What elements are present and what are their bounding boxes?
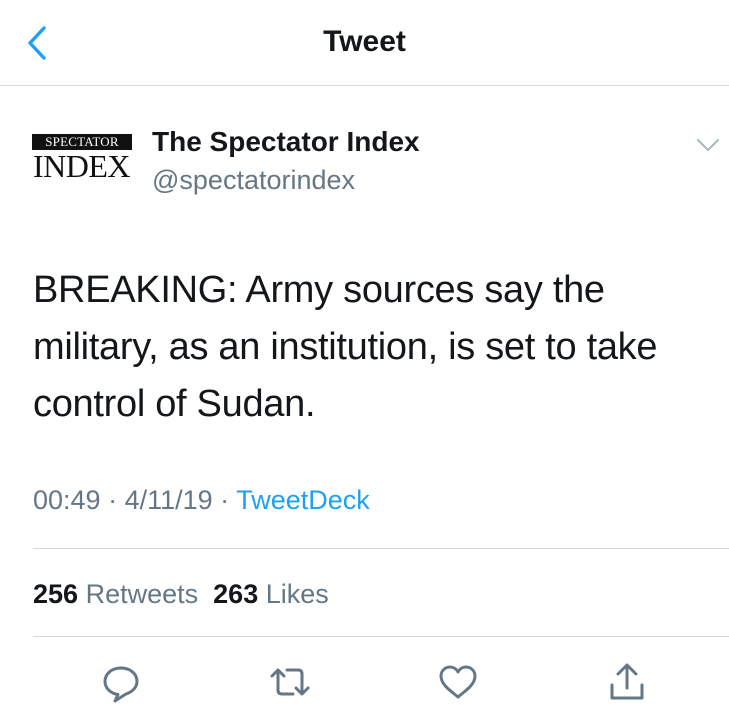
likes-count: 263	[213, 579, 259, 609]
retweets-count: 256	[33, 579, 79, 609]
avatar[interactable]: SPECTATOR INDEX	[32, 134, 136, 192]
author-display-name[interactable]: The Spectator Index	[152, 124, 420, 160]
like-button[interactable]	[436, 660, 480, 704]
chevron-down-icon	[697, 139, 719, 151]
retweets-stat[interactable]: 256 Retweets	[33, 579, 198, 609]
share-icon	[610, 663, 644, 700]
reply-button[interactable]	[99, 660, 143, 704]
likes-label: Likes	[265, 579, 329, 609]
tweet-author[interactable]: SPECTATOR INDEX The Spectator Index @spe…	[32, 118, 712, 208]
top-nav-bar: Tweet	[0, 0, 729, 86]
meta-separator: ·	[212, 485, 237, 515]
tweet-source-link[interactable]: TweetDeck	[236, 485, 370, 515]
tweet-text: BREAKING: Army sources say the military,…	[33, 269, 658, 425]
share-button[interactable]	[605, 660, 649, 704]
like-icon	[439, 665, 477, 699]
divider	[33, 636, 729, 637]
retweets-label: Retweets	[85, 579, 199, 609]
retweet-icon	[270, 668, 310, 696]
retweet-button[interactable]	[268, 660, 312, 704]
author-handle[interactable]: @spectatorindex	[152, 162, 355, 198]
tweet-stats: 256 Retweets 263 Likes	[33, 576, 329, 612]
tweet-time: 00:49	[33, 485, 101, 515]
avatar-logo-bottom: INDEX	[33, 148, 131, 184]
more-options-button[interactable]	[696, 136, 720, 154]
tweet-date: 4/11/19	[124, 485, 213, 515]
reply-icon	[103, 666, 139, 703]
tweet-meta: 00:49 · 4/11/19 · TweetDeck	[33, 482, 370, 518]
divider	[33, 548, 729, 549]
page-title: Tweet	[323, 25, 406, 58]
meta-separator: ·	[100, 485, 125, 515]
likes-stat[interactable]: 263 Likes	[213, 579, 329, 609]
